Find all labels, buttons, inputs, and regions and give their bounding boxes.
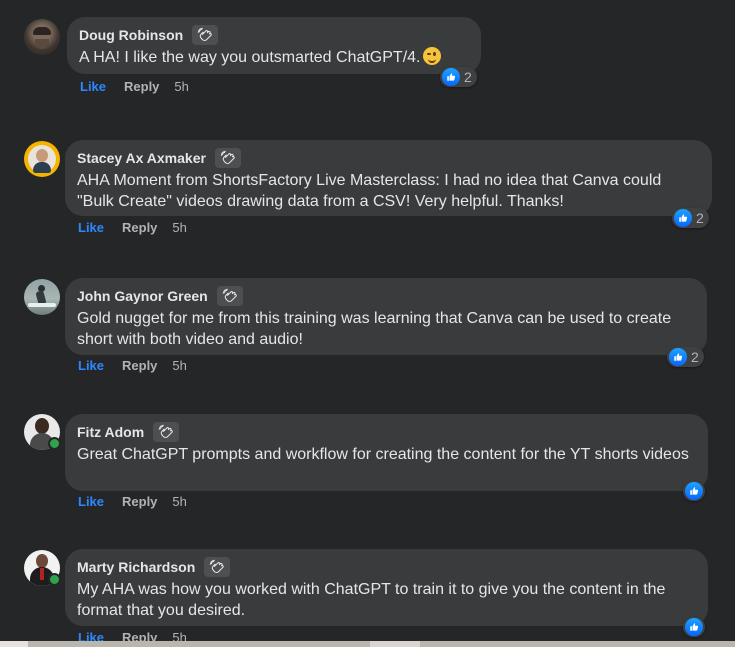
author-name[interactable]: Stacey Ax Axmaker [77,150,206,166]
reaction-count[interactable]: 2 [440,67,477,87]
waving-hand-icon [192,25,219,45]
comment-bubble: Fitz Adom Great ChatGPT prompts and work… [65,414,708,491]
avatar[interactable] [24,279,60,315]
reaction-count[interactable] [683,481,705,501]
like-link[interactable]: Like [80,79,106,94]
timestamp[interactable]: 5h [172,358,186,373]
page-bottom-edge [0,641,735,647]
thumbs-up-icon [685,482,703,500]
comment-actions: Like Reply 5h [78,494,187,509]
avatar[interactable] [24,550,61,586]
comment-bubble: John Gaynor Green Gold nugget for me fro… [65,278,707,355]
comment-bubble: Stacey Ax Axmaker AHA Moment from Shorts… [65,140,712,216]
winking-face-emoji-icon [423,47,442,65]
like-link[interactable]: Like [78,494,104,509]
waving-hand-icon [214,148,241,168]
comment-text: My AHA was how you worked with ChatGPT t… [77,581,666,619]
comment-text: AHA Moment from ShortsFactory Live Maste… [77,172,662,210]
comment-bubble: Doug Robinson A HA! I like the way you o… [67,17,481,74]
timestamp[interactable]: 5h [172,220,186,235]
thumbs-up-icon [442,68,460,86]
avatar[interactable] [24,19,60,55]
author-name[interactable]: Doug Robinson [79,27,183,43]
reply-link[interactable]: Reply [122,220,157,235]
thumbs-up-icon [685,618,703,636]
waving-hand-icon [153,422,180,442]
timestamp[interactable]: 5h [174,79,188,94]
like-link[interactable]: Like [78,220,104,235]
timestamp[interactable]: 5h [172,494,186,509]
author-name[interactable]: Fitz Adom [77,424,144,440]
like-link[interactable]: Like [78,358,104,373]
thumbs-up-icon [669,348,687,366]
comment-text: Gold nugget for me from this training wa… [77,310,672,348]
avatar[interactable] [24,141,60,177]
reply-link[interactable]: Reply [122,494,157,509]
reaction-count[interactable]: 2 [672,208,709,228]
reply-link[interactable]: Reply [122,358,157,373]
waving-hand-icon [216,286,243,306]
reply-link[interactable]: Reply [124,79,159,94]
author-name[interactable]: Marty Richardson [77,559,195,575]
comment-text: Great ChatGPT prompts and workflow for c… [77,446,689,463]
comment-actions: Like Reply 5h [78,220,187,235]
avatar[interactable] [24,414,61,450]
comment-text: A HA! I like the way you outsmarted Chat… [79,47,469,68]
comment-bubble: Marty Richardson My AHA was how you work… [65,549,708,626]
author-name[interactable]: John Gaynor Green [77,288,208,304]
comment-actions: Like Reply 5h [78,358,187,373]
reaction-count[interactable] [683,617,705,637]
comment-actions: Like Reply 5h [80,79,189,94]
waving-hand-icon [204,557,231,577]
reaction-count[interactable]: 2 [667,347,704,367]
online-status-dot [48,437,61,450]
online-status-dot [48,573,61,586]
thumbs-up-icon [674,209,692,227]
